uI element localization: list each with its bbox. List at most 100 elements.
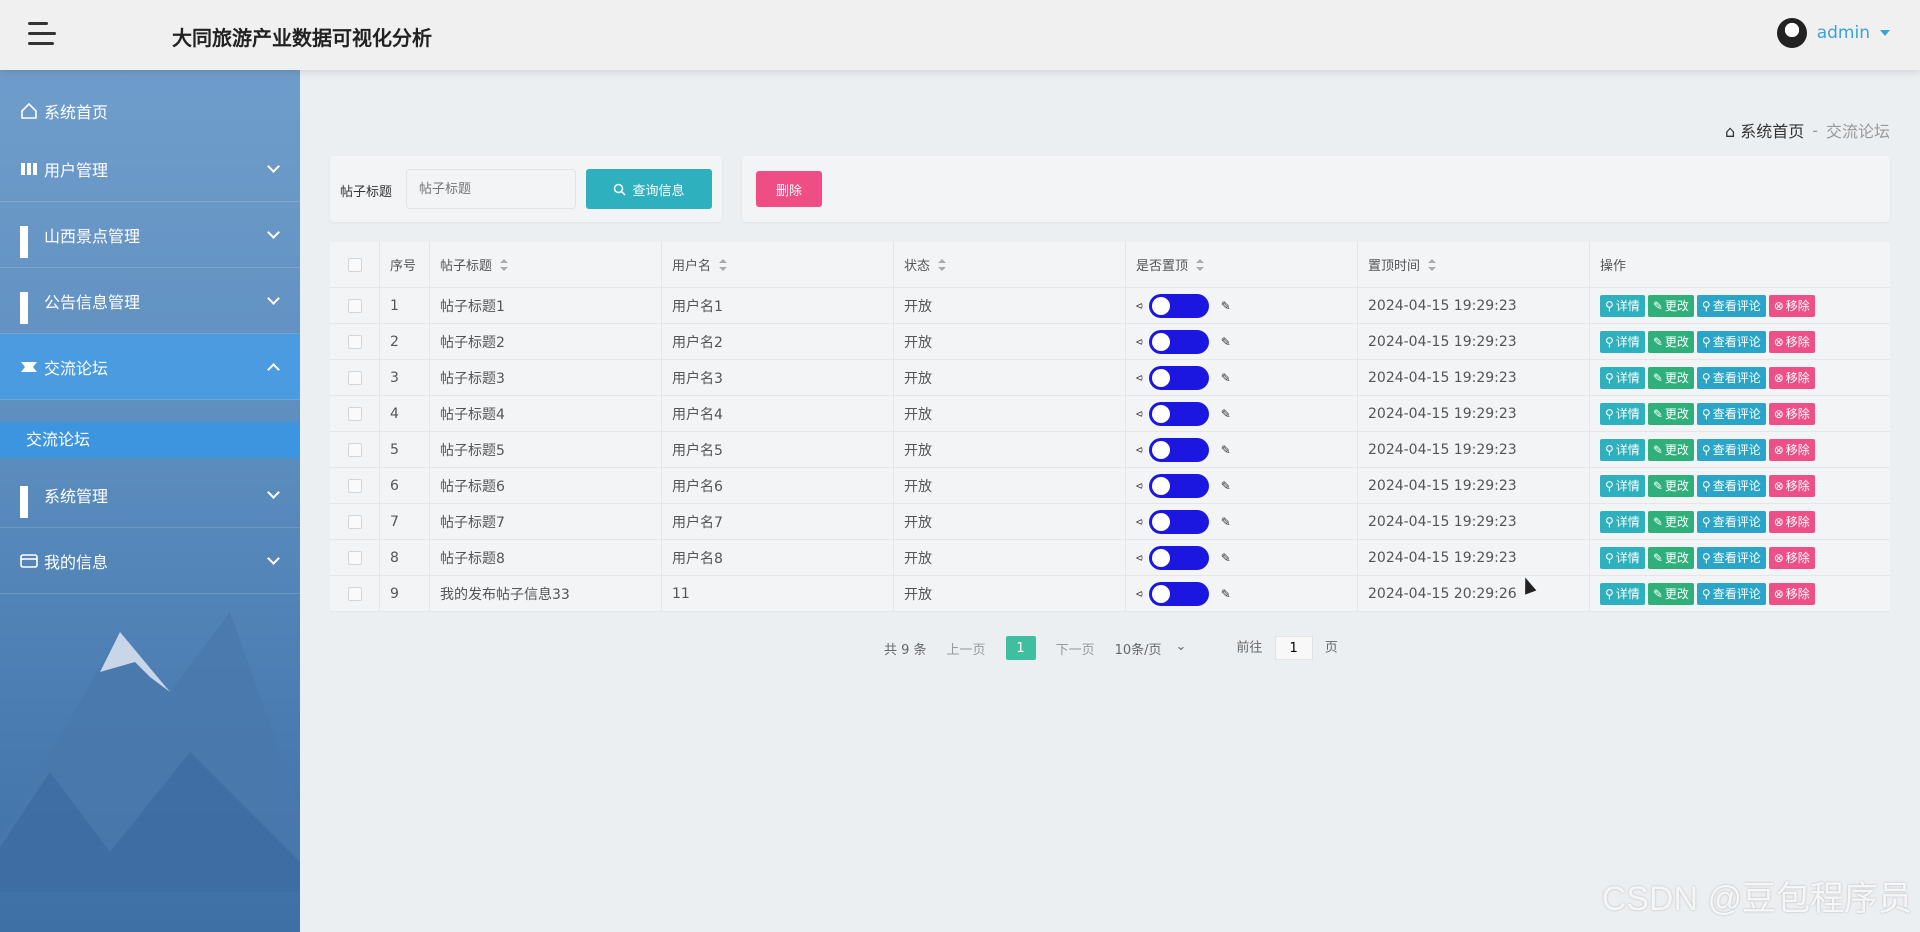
- row-checkbox[interactable]: [347, 514, 362, 529]
- edit-icon[interactable]: ✎: [1221, 443, 1231, 457]
- view-comments-button[interactable]: ⚲ 查看评论: [1696, 582, 1766, 605]
- page-size-select[interactable]: 10条/页 ⌄: [1115, 639, 1187, 658]
- sidebar-item-system[interactable]: 系统管理: [0, 462, 300, 528]
- row-checkbox[interactable]: [347, 406, 362, 421]
- pinned-toggle[interactable]: [1148, 329, 1209, 354]
- col-header[interactable]: 是否置顶: [1126, 242, 1358, 287]
- edit-icon[interactable]: ✎: [1221, 335, 1231, 349]
- select-all-checkbox[interactable]: [347, 257, 362, 272]
- view-comments-button[interactable]: ⚲ 查看评论: [1696, 402, 1766, 425]
- goto-page-input[interactable]: [1274, 636, 1313, 660]
- sort-icon[interactable]: [500, 258, 509, 271]
- edit-icon[interactable]: ✎: [1221, 551, 1231, 565]
- sort-icon[interactable]: [719, 258, 728, 271]
- pinned-toggle[interactable]: [1148, 365, 1209, 390]
- view-comments-button[interactable]: ⚲ 查看评论: [1696, 330, 1766, 353]
- search-button[interactable]: 查询信息: [586, 169, 712, 209]
- detail-button[interactable]: ⚲ 详情: [1600, 402, 1645, 425]
- sidebar-item-notices[interactable]: 公告信息管理: [0, 268, 300, 334]
- row-checkbox[interactable]: [347, 370, 362, 385]
- col-header[interactable]: 置顶时间: [1358, 242, 1590, 287]
- sidebar-subitem-forum[interactable]: 交流论坛: [0, 422, 300, 458]
- detail-button[interactable]: ⚲ 详情: [1600, 582, 1645, 605]
- col-header[interactable]: 帖子标题: [430, 242, 662, 287]
- view-comments-button[interactable]: ⚲ 查看评论: [1696, 510, 1766, 533]
- chevron-down-icon[interactable]: [1880, 30, 1890, 36]
- remove-button[interactable]: ⊗ 移除: [1768, 510, 1815, 533]
- edit-button[interactable]: ✎ 更改: [1647, 474, 1694, 497]
- view-comments-button[interactable]: ⚲ 查看评论: [1696, 438, 1766, 461]
- detail-button[interactable]: ⚲ 详情: [1600, 366, 1645, 389]
- edit-icon[interactable]: ✎: [1221, 515, 1231, 529]
- search-input[interactable]: [406, 169, 576, 209]
- remove-button[interactable]: ⊗ 移除: [1768, 438, 1815, 461]
- col-header[interactable]: 状态: [894, 242, 1126, 287]
- remove-button[interactable]: ⊗ 移除: [1768, 474, 1815, 497]
- pinned-toggle[interactable]: [1148, 509, 1209, 534]
- edit-icon[interactable]: ✎: [1221, 371, 1231, 385]
- view-comments-button[interactable]: ⚲ 查看评论: [1696, 294, 1766, 317]
- page-number[interactable]: 1: [1005, 636, 1036, 660]
- detail-button[interactable]: ⚲ 详情: [1600, 510, 1645, 533]
- share-icon: ⪦: [1136, 334, 1143, 348]
- search-icon: ⚲: [1605, 298, 1614, 313]
- edit-button[interactable]: ✎ 更改: [1647, 510, 1694, 533]
- remove-button[interactable]: ⊗ 移除: [1768, 366, 1815, 389]
- detail-button[interactable]: ⚲ 详情: [1600, 546, 1645, 569]
- edit-button[interactable]: ✎ 更改: [1647, 294, 1694, 317]
- remove-button[interactable]: ⊗ 移除: [1768, 330, 1815, 353]
- edit-button[interactable]: ✎ 更改: [1647, 582, 1694, 605]
- row-checkbox[interactable]: [347, 298, 362, 313]
- detail-button[interactable]: ⚲ 详情: [1600, 474, 1645, 497]
- edit-icon[interactable]: ✎: [1221, 299, 1231, 313]
- edit-button[interactable]: ✎ 更改: [1647, 438, 1694, 461]
- search-icon: ⚲: [1701, 406, 1711, 421]
- pinned-toggle[interactable]: [1148, 581, 1209, 606]
- detail-button[interactable]: ⚲ 详情: [1600, 438, 1645, 461]
- edit-button[interactable]: ✎ 更改: [1647, 546, 1694, 569]
- pinned-toggle[interactable]: [1148, 293, 1209, 318]
- prev-page-button[interactable]: 上一页: [947, 639, 986, 658]
- edit-icon[interactable]: ✎: [1221, 407, 1231, 421]
- remove-button[interactable]: ⊗ 移除: [1768, 546, 1815, 569]
- breadcrumb-home[interactable]: ⌂ 系统首页: [1725, 118, 1804, 142]
- remove-button[interactable]: ⊗ 移除: [1768, 582, 1815, 605]
- pinned-toggle[interactable]: [1148, 545, 1209, 570]
- pinned-toggle[interactable]: [1148, 437, 1209, 462]
- sidebar-item-attractions[interactable]: 山西景点管理: [0, 202, 300, 268]
- view-comments-button[interactable]: ⚲ 查看评论: [1696, 474, 1766, 497]
- view-comments-button[interactable]: ⚲ 查看评论: [1696, 546, 1766, 569]
- user-menu[interactable]: admin: [1776, 18, 1890, 48]
- cell-user: 用户名6: [662, 468, 894, 503]
- view-comments-button[interactable]: ⚲ 查看评论: [1696, 366, 1766, 389]
- menu-toggle-icon[interactable]: [28, 22, 56, 46]
- row-checkbox[interactable]: [347, 586, 362, 601]
- detail-button[interactable]: ⚲ 详情: [1600, 330, 1645, 353]
- remove-button[interactable]: ⊗ 移除: [1768, 294, 1815, 317]
- edit-button[interactable]: ✎ 更改: [1647, 366, 1694, 389]
- row-checkbox[interactable]: [347, 550, 362, 565]
- username[interactable]: admin: [1817, 23, 1870, 43]
- sidebar-item-profile[interactable]: 我的信息: [0, 528, 300, 594]
- next-page-button[interactable]: 下一页: [1056, 639, 1095, 658]
- row-checkbox[interactable]: [347, 334, 362, 349]
- edit-button[interactable]: ✎ 更改: [1647, 402, 1694, 425]
- detail-button[interactable]: ⚲ 详情: [1600, 294, 1645, 317]
- col-header[interactable]: 用户名: [662, 242, 894, 287]
- row-checkbox[interactable]: [347, 478, 362, 493]
- row-checkbox[interactable]: [347, 442, 362, 457]
- sidebar-item-home[interactable]: 系统首页: [0, 78, 300, 144]
- pinned-toggle[interactable]: [1148, 473, 1209, 498]
- edit-icon[interactable]: ✎: [1221, 479, 1231, 493]
- delete-button[interactable]: 删除: [756, 171, 822, 207]
- avatar[interactable]: [1776, 18, 1807, 48]
- sidebar-item-forum[interactable]: 交流论坛: [0, 334, 300, 400]
- sort-icon[interactable]: [1196, 258, 1205, 271]
- sort-icon[interactable]: [1428, 258, 1437, 271]
- sort-icon[interactable]: [938, 258, 947, 271]
- edit-button[interactable]: ✎ 更改: [1647, 330, 1694, 353]
- pinned-toggle[interactable]: [1148, 401, 1209, 426]
- remove-button[interactable]: ⊗ 移除: [1768, 402, 1815, 425]
- edit-icon[interactable]: ✎: [1221, 587, 1231, 601]
- sidebar-item-users[interactable]: 用户管理: [0, 136, 300, 202]
